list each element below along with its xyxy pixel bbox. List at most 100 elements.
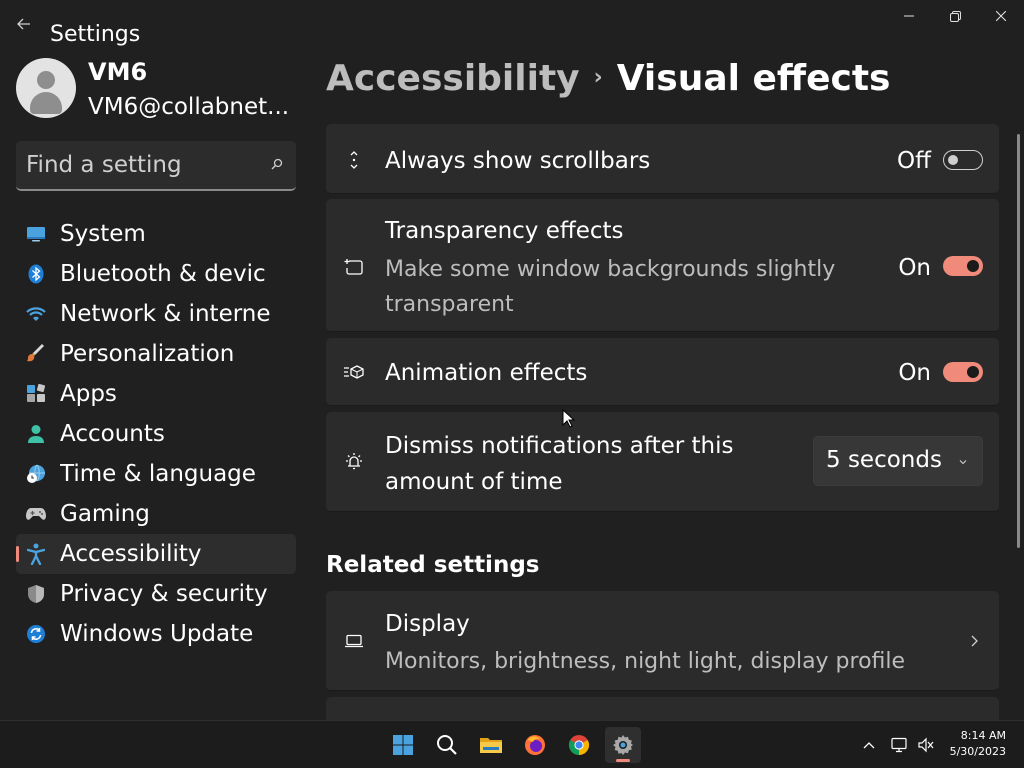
setting-card-animation[interactable]: Animation effects On: [326, 338, 999, 406]
dropdown-value: 5 seconds: [826, 447, 942, 473]
wifi-icon: [25, 303, 47, 325]
update-icon: [25, 623, 47, 645]
network-icon: [891, 737, 907, 753]
avatar-body: [30, 92, 62, 114]
sidebar-item-bluetooth-devic[interactable]: Bluetooth & devic: [16, 254, 296, 294]
app-title: Settings: [50, 22, 141, 47]
clock-date: 5/30/2023: [949, 745, 1006, 758]
globe-clock-icon: [25, 463, 47, 485]
animation-icon: [342, 360, 366, 384]
sidebar-item-label: Privacy & security: [60, 581, 268, 607]
settings-icon: [612, 734, 634, 756]
brush-icon: [25, 343, 47, 365]
sidebar-item-label: Personalization: [60, 341, 235, 367]
sidebar-item-time-language[interactable]: Time & language: [16, 454, 296, 494]
chevron-up-icon: [863, 742, 875, 749]
search-icon[interactable]: [270, 157, 284, 171]
sidebar-item-network-interne[interactable]: Network & interne: [16, 294, 296, 334]
sidebar-item-gaming[interactable]: Gaming: [16, 494, 296, 534]
sidebar-item-label: Network & interne: [60, 301, 271, 327]
minimize-button[interactable]: [886, 0, 932, 32]
setting-title: Animation effects: [385, 360, 588, 386]
related-settings-heading: Related settings: [326, 552, 540, 578]
related-card-next[interactable]: [326, 697, 999, 720]
taskbar-search-button[interactable]: [429, 727, 465, 763]
close-icon: [996, 11, 1006, 21]
setting-subtitle: Make some window backgrounds slightly tr…: [385, 257, 836, 317]
taskbar-firefox-button[interactable]: [517, 727, 553, 763]
minimize-icon: [904, 15, 914, 17]
sidebar-item-label: Time & language: [60, 461, 256, 487]
sidebar-nav: System Bluetooth & devic Network & interne…: [16, 214, 296, 654]
search-input[interactable]: [26, 149, 256, 181]
toggle-state-label: On: [898, 255, 931, 281]
sidebar-item-label: Apps: [60, 381, 117, 407]
sidebar-item-label: Accounts: [60, 421, 165, 447]
sidebar-item-personalization[interactable]: Personalization: [16, 334, 296, 374]
back-button[interactable]: [12, 12, 36, 36]
settings-window: Settings VM6 VM6@collabnet... System Blue…: [0, 0, 1024, 720]
restore-button[interactable]: [932, 0, 978, 32]
gamepad-icon: [25, 503, 47, 525]
animation-toggle[interactable]: [943, 362, 983, 382]
apps-icon: [25, 383, 47, 405]
sidebar-item-label: Windows Update: [60, 621, 254, 647]
file-explorer-icon: [479, 735, 503, 755]
toggle-knob: [967, 366, 979, 378]
setting-subtitle: Monitors, brightness, night light, displ…: [385, 649, 906, 674]
clock-time: 8:14 AM: [960, 729, 1006, 742]
accounts-icon: [25, 423, 47, 445]
sidebar-item-windows-update[interactable]: Windows Update: [16, 614, 296, 654]
sidebar-item-label: Gaming: [60, 501, 150, 527]
scrollbar-icon: [342, 148, 366, 172]
user-avatar[interactable]: [16, 58, 76, 118]
setting-card-transparency[interactable]: Transparency effects Make some window ba…: [326, 199, 999, 332]
close-button[interactable]: [978, 0, 1024, 32]
firefox-icon: [524, 734, 546, 756]
toggle-knob: [948, 155, 958, 165]
system-icon: [25, 223, 47, 245]
volume-muted-icon: [918, 737, 934, 753]
bluetooth-icon: [25, 263, 47, 285]
chrome-icon: [568, 734, 590, 756]
notification-timer-icon: [342, 450, 366, 474]
shield-icon: [25, 583, 47, 605]
content-scrollbar[interactable]: [1017, 134, 1020, 548]
taskbar-start-button[interactable]: [385, 727, 421, 763]
dismiss-time-dropdown[interactable]: 5 seconds: [813, 436, 983, 486]
sidebar-item-label: Accessibility: [60, 541, 202, 567]
taskbar-file-explorer-button[interactable]: [473, 727, 509, 763]
search-box[interactable]: [16, 141, 296, 191]
transparency-toggle[interactable]: [943, 256, 983, 276]
taskbar-settings-button[interactable]: [605, 727, 641, 763]
user-email: VM6@collabnet...: [88, 94, 290, 120]
show-hidden-icons-button[interactable]: [859, 735, 879, 755]
network-tray-button[interactable]: [890, 735, 910, 755]
chevron-down-icon: [959, 460, 967, 465]
setting-title: Transparency effects: [385, 218, 624, 244]
setting-title: Display: [385, 611, 470, 637]
sidebar-item-apps[interactable]: Apps: [16, 374, 296, 414]
caption-buttons: [886, 0, 1024, 32]
chevron-right-icon: [971, 635, 978, 647]
mouse-cursor-icon: [562, 409, 576, 428]
toggle-knob: [967, 260, 979, 272]
volume-tray-button[interactable]: [916, 735, 936, 755]
breadcrumb-parent[interactable]: Accessibility: [326, 58, 580, 99]
sidebar-item-accessibility[interactable]: Accessibility: [16, 534, 296, 574]
taskbar-chrome-button[interactable]: [561, 727, 597, 763]
page-title: Accessibility › Visual effects: [326, 58, 890, 99]
scrollbars-toggle[interactable]: [943, 150, 983, 170]
setting-title: Always show scrollbars: [385, 148, 651, 174]
sidebar-item-label: System: [60, 221, 146, 247]
related-card-display[interactable]: Display Monitors, brightness, night ligh…: [326, 591, 999, 691]
sidebar-item-accounts[interactable]: Accounts: [16, 414, 296, 454]
setting-card-scrollbars[interactable]: Always show scrollbars Off: [326, 124, 999, 194]
start-icon: [392, 734, 414, 756]
toggle-state-label: Off: [897, 148, 931, 174]
setting-title: Dismiss notifications after this amount …: [385, 433, 734, 495]
taskbar-clock[interactable]: 8:14 AM 5/30/2023: [950, 728, 1006, 760]
sidebar-item-privacy-security[interactable]: Privacy & security: [16, 574, 296, 614]
restore-icon: [949, 10, 961, 22]
sidebar-item-system[interactable]: System: [16, 214, 296, 254]
